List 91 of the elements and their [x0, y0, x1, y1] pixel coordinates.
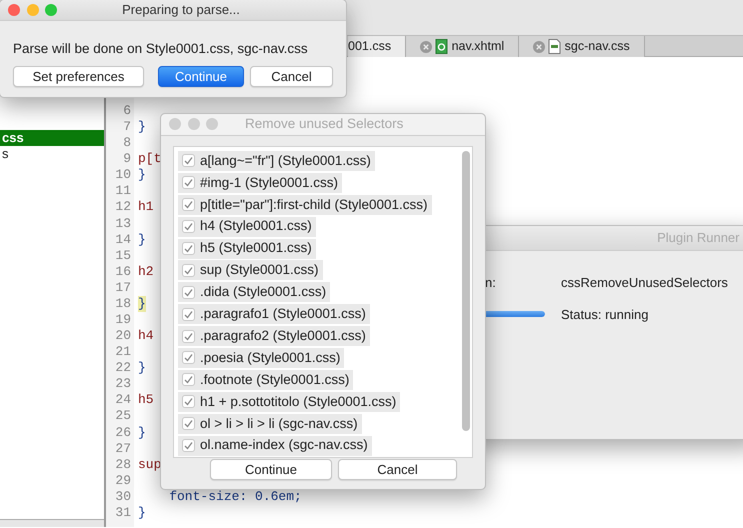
file-icon — [435, 39, 448, 54]
code-line: p[t — [138, 151, 162, 168]
checkbox[interactable] — [182, 264, 195, 277]
plugin-name: cssRemoveUnusedSelectors — [561, 274, 729, 292]
close-icon[interactable] — [8, 4, 20, 16]
line-number: 28 — [114, 456, 131, 473]
selector-item[interactable]: .paragrafo2 (Style0001.css) — [178, 326, 370, 346]
line-number: 23 — [114, 376, 131, 392]
line-number: 26 — [114, 424, 131, 441]
checkbox[interactable] — [182, 308, 195, 321]
code-line: h1 — [138, 199, 154, 216]
code-line: } — [138, 504, 146, 522]
checkbox[interactable] — [182, 242, 195, 255]
editor-tab[interactable]: 001.css — [348, 36, 406, 57]
code-line: font-size: 0.6em; — [168, 488, 302, 505]
file-icon — [548, 39, 562, 54]
line-number: 14 — [114, 232, 131, 248]
dialog-button[interactable]: Cancel — [250, 66, 333, 88]
selector-item[interactable]: .dida (Style0001.css) — [178, 282, 330, 302]
line-number: 22 — [114, 360, 131, 376]
selector-item[interactable]: a[lang~="fr"] (Style0001.css) — [178, 150, 375, 171]
code-line: h5 — [138, 392, 154, 408]
window-title: Remove unused Selectors — [245, 115, 404, 134]
selector-item[interactable]: h5 (Style0001.css) — [178, 238, 316, 258]
line-number: 13 — [114, 216, 131, 232]
file-list-item[interactable]: s — [0, 146, 104, 162]
line-number: 9 — [122, 151, 131, 168]
line-number: 20 — [114, 328, 131, 344]
selector-item[interactable]: .poesia (Style0001.css) — [178, 348, 344, 368]
line-number: 19 — [114, 312, 131, 328]
code-line: h4 — [138, 328, 154, 344]
checkbox[interactable] — [182, 439, 195, 452]
dialog-button[interactable]: Set preferences — [13, 66, 144, 88]
code-line: } — [138, 167, 146, 184]
line-number: 17 — [114, 280, 131, 296]
file-list-item[interactable]: css — [0, 130, 104, 146]
close-icon — [533, 40, 546, 52]
line-number: 8 — [122, 135, 131, 152]
checkbox[interactable] — [182, 330, 195, 343]
selector-item[interactable]: h4 (Style0001.css) — [178, 216, 316, 237]
line-number: 30 — [114, 488, 131, 505]
line-number: 29 — [114, 472, 131, 489]
editor-tab[interactable]: nav.xhtml — [406, 36, 520, 57]
field-label: n: — [485, 274, 497, 292]
editor-tab[interactable]: sgc-nav.css — [519, 36, 645, 57]
checkbox[interactable] — [182, 176, 195, 190]
line-number: 21 — [114, 344, 131, 360]
selector-item[interactable]: .paragrafo1 (Style0001.css) — [178, 304, 370, 324]
code-line: } — [138, 232, 146, 248]
line-number: 12 — [114, 199, 131, 216]
line-number: 11 — [114, 183, 131, 200]
line-number: 16 — [114, 264, 131, 280]
line-number: 10 — [114, 167, 131, 184]
checkbox[interactable] — [182, 395, 195, 408]
checkbox[interactable] — [182, 417, 195, 430]
dialog-button[interactable]: Continue — [158, 66, 244, 88]
zoom-icon[interactable] — [45, 4, 57, 16]
dialog-button[interactable]: Cancel — [338, 459, 457, 480]
code-line: } — [138, 119, 146, 136]
dialog-message: Parse will be done on Style0001.css, sgc-nav.css — [12, 40, 309, 58]
selector-item[interactable]: ol > li > li > li (sgc-nav.css) — [178, 414, 362, 434]
selector-item[interactable]: ol.name-index (sgc-nav.css) — [178, 436, 372, 456]
line-number: 15 — [114, 248, 131, 264]
checkbox[interactable] — [182, 351, 195, 364]
code-line: sup — [138, 456, 162, 473]
checkbox[interactable] — [182, 286, 195, 299]
checkbox[interactable] — [182, 154, 195, 168]
dialog-button[interactable]: Continue — [210, 459, 332, 480]
scrollbar-thumb[interactable] — [462, 151, 470, 431]
selector-item[interactable]: sup (Style0001.css) — [178, 260, 323, 280]
line-number: 6 — [122, 103, 131, 120]
selector-item[interactable]: h1 + p.sottotitolo (Style0001.css) — [178, 392, 400, 412]
selector-item[interactable]: p[title="par"]:first-child (Style0001.css) — [178, 194, 432, 215]
line-number: 18 — [114, 296, 131, 312]
window-title: Plugin Runner — [657, 229, 740, 248]
checkbox[interactable] — [182, 198, 195, 212]
window-title: Preparing to parse... — [122, 1, 240, 20]
line-number: 31 — [114, 504, 131, 522]
status-text: Status: running — [561, 306, 650, 324]
line-number: 7 — [122, 119, 131, 136]
checkbox[interactable] — [182, 220, 195, 234]
code-line: h2 — [138, 264, 154, 280]
close-icon — [420, 40, 432, 52]
code-line: } — [138, 424, 146, 441]
selector-item[interactable]: .footnote (Style0001.css) — [178, 370, 354, 390]
selector-item[interactable]: #img-1 (Style0001.css) — [178, 172, 342, 193]
line-number: 25 — [114, 408, 131, 425]
line-number: 24 — [114, 392, 131, 408]
checkbox[interactable] — [182, 373, 195, 386]
line-number: 27 — [114, 440, 131, 457]
code-line: } — [138, 360, 146, 376]
